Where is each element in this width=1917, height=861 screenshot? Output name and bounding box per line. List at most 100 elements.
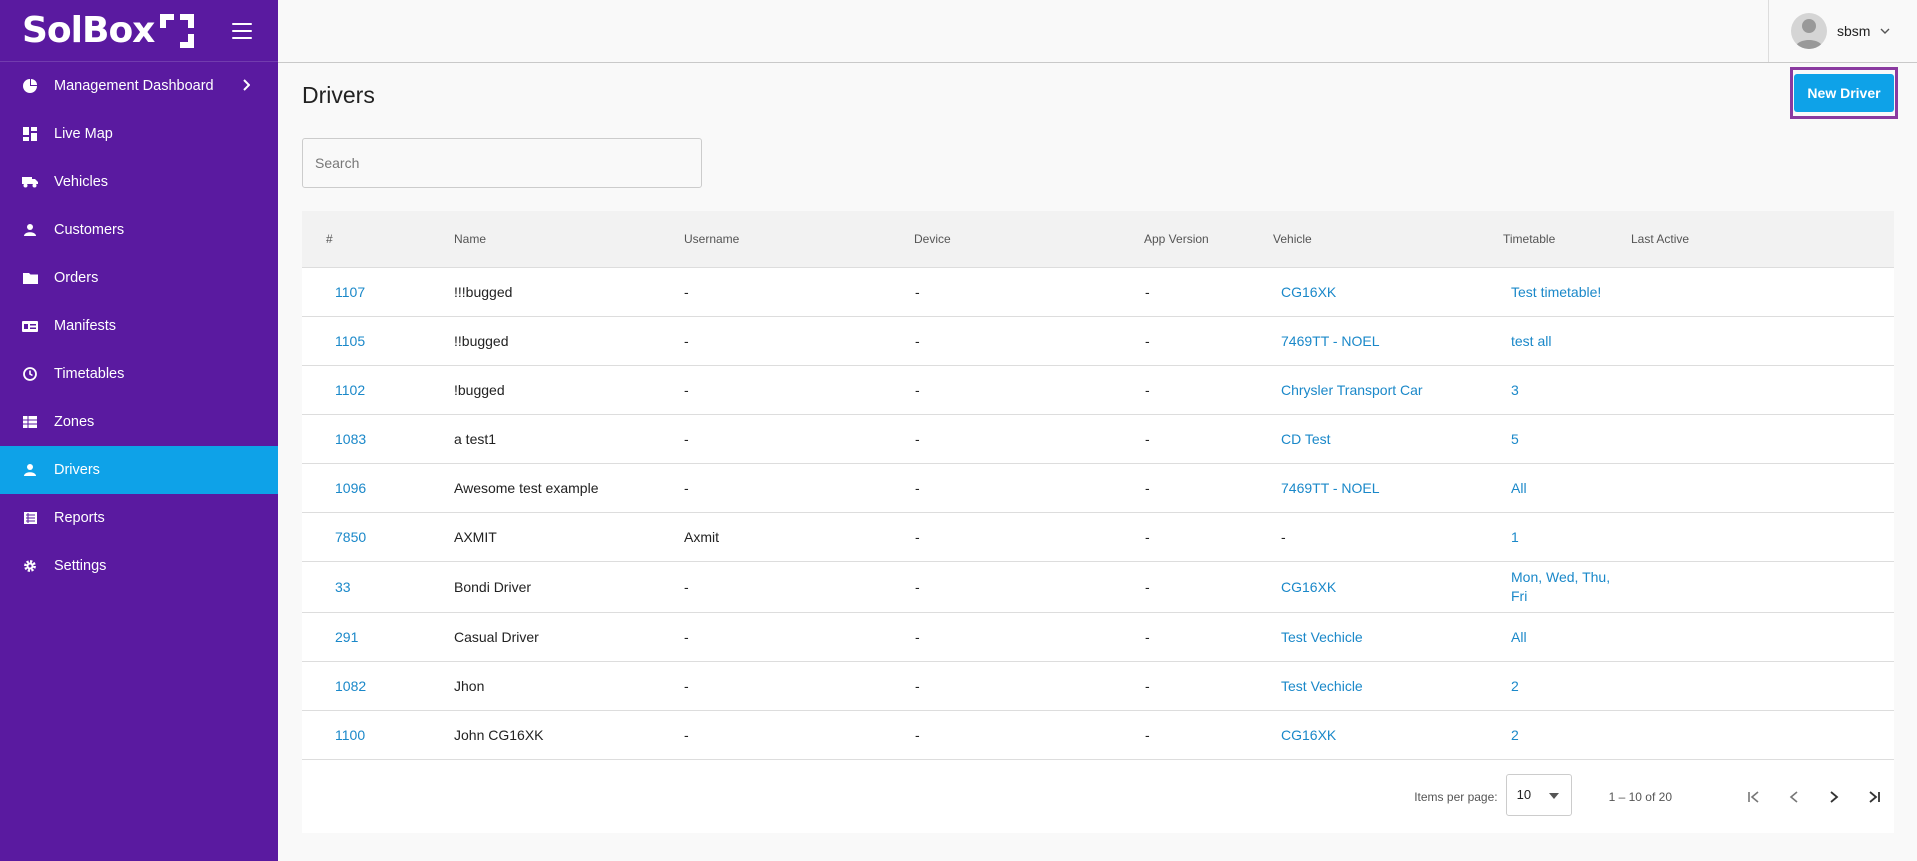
driver-username: -: [684, 431, 689, 447]
user-name: sbsm: [1837, 23, 1871, 39]
grid-icon: [22, 414, 38, 430]
table-row: 291 Casual Driver - - - Test Vechicle Al…: [302, 613, 1894, 662]
sidebar-item-timetables[interactable]: Timetables: [0, 350, 278, 398]
driver-device: -: [915, 333, 920, 349]
sidebar-item-drivers[interactable]: Drivers: [0, 446, 278, 494]
table-row: 33 Bondi Driver - - - CG16XK Mon, Wed, T…: [302, 562, 1894, 613]
driver-vehicle-link[interactable]: 7469TT - NOEL: [1281, 333, 1380, 349]
driver-vehicle-link[interactable]: CG16XK: [1281, 727, 1336, 743]
driver-app-version: -: [1145, 431, 1150, 447]
driver-timetable-link[interactable]: 2: [1511, 677, 1631, 696]
table-row: 1083 a test1 - - - CD Test 5: [302, 415, 1894, 464]
search-input[interactable]: [302, 138, 702, 188]
driver-id-link[interactable]: 33: [335, 579, 351, 595]
first-page-icon: [1748, 790, 1759, 803]
driver-id-link[interactable]: 7850: [335, 529, 366, 545]
drivers-table: # Name Username Device App Version Vehic…: [302, 211, 1894, 833]
logo-bracket-icon: [160, 13, 195, 48]
sidebar-item-reports[interactable]: Reports: [0, 494, 278, 542]
driver-vehicle-link[interactable]: Chrysler Transport Car: [1281, 382, 1423, 398]
solbox-logo[interactable]: SolBox: [22, 10, 196, 51]
sidebar-item-vehicles[interactable]: Vehicles: [0, 158, 278, 206]
manifest-icon: [22, 318, 38, 334]
table-row: 1107 !!!bugged - - - CG16XK Test timetab…: [302, 268, 1894, 317]
sidebar-item-management-dashboard[interactable]: Management Dashboard: [0, 62, 278, 110]
new-driver-highlight: New Driver: [1790, 67, 1898, 119]
sidebar-item-label: Orders: [54, 270, 99, 286]
person-icon: [22, 222, 38, 238]
driver-id-link[interactable]: 1102: [335, 382, 365, 398]
items-per-page-select[interactable]: 10: [1505, 773, 1572, 816]
driver-username: -: [684, 284, 689, 300]
driver-app-version: -: [1145, 579, 1150, 595]
header-username[interactable]: Username: [684, 232, 914, 246]
header-vehicle[interactable]: Vehicle: [1273, 232, 1503, 246]
driver-timetable-link[interactable]: All: [1511, 628, 1631, 647]
driver-id-link[interactable]: 1105: [335, 333, 365, 349]
driver-timetable-link[interactable]: 5: [1511, 430, 1631, 449]
new-driver-button[interactable]: New Driver: [1794, 74, 1894, 112]
header-device[interactable]: Device: [914, 232, 1144, 246]
driver-vehicle-link[interactable]: 7469TT - NOEL: [1281, 480, 1380, 496]
driver-name: AXMIT: [454, 529, 497, 545]
next-page-button[interactable]: [1814, 789, 1854, 805]
driver-name: Bondi Driver: [454, 579, 532, 595]
hamburger-menu-icon[interactable]: [232, 22, 252, 39]
truck-icon: [22, 174, 38, 190]
driver-name: !bugged: [454, 382, 505, 398]
driver-id-link[interactable]: 1083: [335, 431, 366, 447]
driver-vehicle-link[interactable]: Test Vechicle: [1281, 678, 1363, 694]
driver-timetable-link[interactable]: Fri: [1511, 587, 1631, 606]
driver-device: -: [915, 382, 920, 398]
driver-id-link[interactable]: 1096: [335, 480, 366, 496]
header-id[interactable]: #: [302, 232, 454, 246]
driver-app-version: -: [1145, 382, 1150, 398]
driver-vehicle-link[interactable]: CG16XK: [1281, 579, 1336, 595]
driver-timetable-links: Mon, Wed, Thu, Fri: [1503, 568, 1631, 606]
sidebar-item-orders[interactable]: Orders: [0, 254, 278, 302]
sidebar-item-settings[interactable]: Settings: [0, 542, 278, 590]
driver-timetable-link[interactable]: 2: [1511, 726, 1631, 745]
header-app-version[interactable]: App Version: [1144, 232, 1273, 246]
header-name[interactable]: Name: [454, 232, 684, 246]
driver-timetable-link[interactable]: Test timetable!: [1511, 283, 1631, 302]
driver-device: -: [915, 727, 920, 743]
sidebar-item-live-map[interactable]: Live Map: [0, 110, 278, 158]
driver-vehicle-link[interactable]: CG16XK: [1281, 284, 1336, 300]
header-timetable[interactable]: Timetable: [1503, 232, 1631, 246]
driver-device: -: [915, 480, 920, 496]
sidebar-item-label: Manifests: [54, 318, 117, 334]
driver-timetable-link[interactable]: Mon, Wed, Thu,: [1511, 568, 1631, 587]
sidebar-item-manifests[interactable]: Manifests: [0, 302, 278, 350]
driver-timetable-link[interactable]: test all: [1511, 332, 1631, 351]
driver-id-link[interactable]: 1107: [335, 284, 365, 300]
driver-app-version: -: [1145, 727, 1150, 743]
first-page-button[interactable]: [1734, 789, 1774, 805]
sidebar-item-label: Zones: [54, 414, 95, 430]
driver-vehicle-link[interactable]: Test Vechicle: [1281, 629, 1363, 645]
driver-username: -: [684, 333, 689, 349]
driver-id-link[interactable]: 1100: [335, 727, 365, 743]
driver-username: -: [684, 727, 689, 743]
sidebar-item-customers[interactable]: Customers: [0, 206, 278, 254]
driver-timetable-link[interactable]: All: [1511, 479, 1631, 498]
driver-timetable-link[interactable]: 3: [1511, 381, 1631, 400]
sidebar-item-zones[interactable]: Zones: [0, 398, 278, 446]
driver-username: -: [684, 678, 689, 694]
driver-timetable-link[interactable]: 1: [1511, 528, 1631, 547]
driver-device: -: [915, 629, 920, 645]
dashboard-icon: [22, 126, 38, 142]
logo-text: SolBox: [22, 10, 155, 51]
user-menu[interactable]: sbsm: [1768, 0, 1917, 62]
driver-vehicle-link[interactable]: CD Test: [1281, 431, 1331, 447]
driver-id-link[interactable]: 1082: [335, 678, 366, 694]
sidebar-item-label: Management Dashboard: [54, 78, 214, 94]
table-row: 1105 !!bugged - - - 7469TT - NOEL test a…: [302, 317, 1894, 366]
driver-device: -: [915, 431, 920, 447]
last-page-button[interactable]: [1854, 789, 1894, 805]
driver-id-link[interactable]: 291: [335, 629, 358, 645]
previous-page-button[interactable]: [1774, 789, 1814, 805]
table-row: 1102 !bugged - - - Chrysler Transport Ca…: [302, 366, 1894, 415]
header-last-active[interactable]: Last Active: [1631, 232, 1894, 246]
items-per-page-value: 10: [1516, 787, 1532, 802]
